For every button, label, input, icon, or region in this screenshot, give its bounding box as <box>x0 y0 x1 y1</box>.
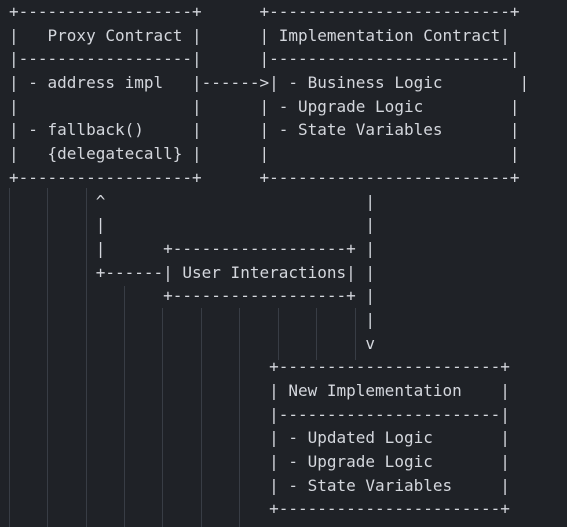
ascii-architecture-diagram: +------------------+ +------------------… <box>9 0 529 521</box>
code-block: +------------------+ +------------------… <box>0 0 567 527</box>
diagram-line: |------------------| |------------------… <box>9 49 520 69</box>
diagram-line: | - fallback() | | - State Variables | <box>9 120 520 140</box>
diagram-line: +------------------+ +------------------… <box>9 167 520 187</box>
diagram-line: +------------------+ | <box>9 286 376 306</box>
diagram-line: | | | - Upgrade Logic | <box>9 96 520 116</box>
diagram-line: +-----------------------+ <box>9 499 510 519</box>
diagram-line: ^ | <box>9 191 376 211</box>
diagram-line: v <box>9 333 376 353</box>
diagram-line: | - address impl |------>| - Business Lo… <box>9 73 530 93</box>
diagram-line: | {delegatecall} | | | <box>9 144 520 164</box>
diagram-line: | | <box>9 215 376 235</box>
diagram-line: | - Updated Logic | <box>9 428 510 448</box>
diagram-line: +-----------------------+ <box>9 357 510 377</box>
diagram-line: | <box>9 309 376 329</box>
diagram-line: +------------------+ +------------------… <box>9 2 520 21</box>
diagram-line: | Proxy Contract | | Implementation Cont… <box>9 25 510 45</box>
diagram-line: +------| User Interactions| | <box>9 262 376 282</box>
diagram-line: | - Upgrade Logic | <box>9 452 510 472</box>
diagram-line: | - State Variables | <box>9 475 510 495</box>
diagram-line: |-----------------------| <box>9 404 510 424</box>
diagram-line: | New Implementation | <box>9 381 510 400</box>
diagram-line: | +------------------+ | <box>9 238 376 258</box>
